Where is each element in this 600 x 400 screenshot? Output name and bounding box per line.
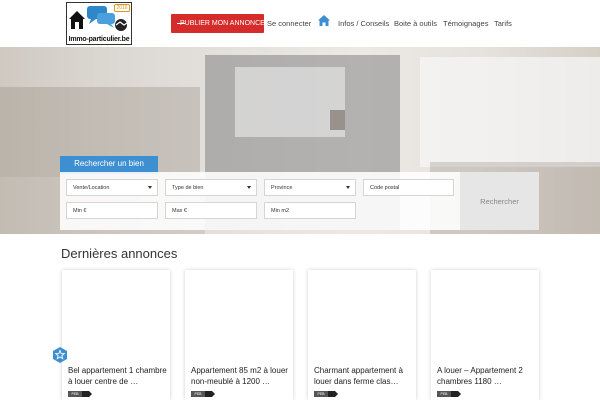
search-submit-button[interactable]: Rechercher — [460, 172, 539, 230]
publish-listing-button[interactable]: PUBLIER MON ANNONCE — [171, 14, 265, 33]
listing-card[interactable]: Bel appartement 1 chambre à louer centre… — [62, 270, 170, 400]
home-icon[interactable] — [318, 15, 330, 26]
peb-badge: PEB — [191, 391, 218, 397]
property-type-select[interactable]: Type de bien — [165, 179, 257, 196]
postal-code-input[interactable]: Code postal — [363, 179, 454, 196]
postal-code-placeholder: Code postal — [370, 185, 400, 191]
chevron-down-icon — [346, 186, 350, 189]
province-select-value: Province — [271, 185, 293, 191]
site-logo[interactable]: 2016 Immo-particulier.be — [66, 2, 132, 45]
logo-year-badge: 2016 — [114, 4, 130, 12]
listing-thumbnail — [431, 270, 539, 360]
star-icon[interactable] — [52, 347, 68, 363]
nav-item-tarifs[interactable]: Tarifs — [494, 19, 512, 28]
transaction-select[interactable]: Vente/Location — [66, 179, 158, 196]
transaction-select-value: Vente/Location — [73, 185, 110, 191]
max-price-input[interactable]: Max € — [165, 202, 257, 219]
listing-thumbnail — [308, 270, 416, 360]
nav-item-temoignages[interactable]: Témoignages — [443, 19, 488, 28]
province-select[interactable]: Province — [264, 179, 356, 196]
search-panel: Vente/Location Type de bien Province Cod… — [60, 172, 460, 230]
listing-title[interactable]: A louer – Appartement 2 chambres 1180 … — [437, 365, 537, 387]
nav-item-infos-conseils[interactable]: Infos / Conseils — [338, 19, 389, 28]
listing-title[interactable]: Appartement 85 m2 à louer non-meublé à 1… — [191, 365, 291, 387]
peb-badge: PEB — [314, 391, 341, 397]
listing-title[interactable]: Bel appartement 1 chambre à louer centre… — [68, 365, 168, 387]
publish-listing-label: PUBLIER MON ANNONCE — [180, 20, 265, 27]
listing-card[interactable]: Appartement 85 m2 à louer non-meublé à 1… — [185, 270, 293, 400]
section-title: Dernières annonces — [61, 246, 178, 261]
property-type-select-value: Type de bien — [172, 185, 204, 191]
min-area-placeholder: Min m2 — [271, 208, 290, 214]
listing-card[interactable]: Charmant appartement à louer dans ferme … — [308, 270, 416, 400]
min-price-input[interactable]: Min € — [66, 202, 158, 219]
min-area-input[interactable]: Min m2 — [264, 202, 356, 219]
logo-text: Immo-particulier.be — [68, 36, 130, 43]
login-link[interactable]: Se connecter — [267, 19, 311, 28]
min-price-placeholder: Min € — [73, 208, 87, 214]
listing-title[interactable]: Charmant appartement à louer dans ferme … — [314, 365, 414, 387]
max-price-placeholder: Max € — [172, 208, 187, 214]
page: 2016 Immo-particulier.be PUBLIER MON ANN… — [0, 0, 600, 400]
listing-thumbnail — [185, 270, 293, 360]
peb-badge: PEB — [68, 391, 95, 397]
chevron-down-icon — [247, 186, 251, 189]
chevron-down-icon — [148, 186, 152, 189]
site-header: 2016 Immo-particulier.be PUBLIER MON ANN… — [0, 0, 600, 47]
nav-item-boite-a-outils[interactable]: Boite à outils — [394, 19, 437, 28]
listing-thumbnail — [62, 270, 170, 360]
listing-card[interactable]: A louer – Appartement 2 chambres 1180 … … — [431, 270, 539, 400]
peb-badge: PEB — [437, 391, 464, 397]
